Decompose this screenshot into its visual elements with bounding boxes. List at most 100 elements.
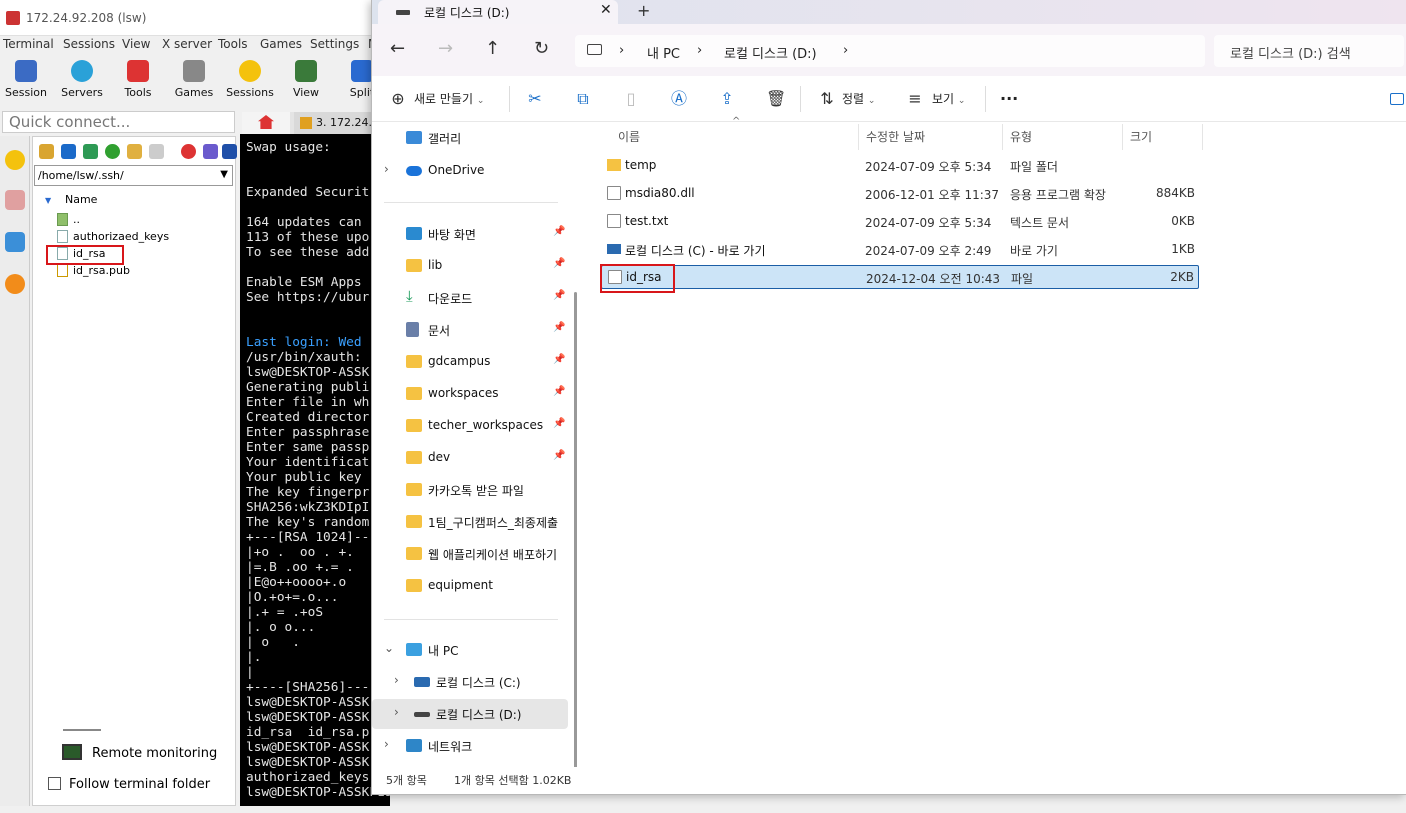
more-options-button[interactable]: ... bbox=[1000, 85, 1018, 104]
quick-connect-input[interactable]: Quick connect... bbox=[2, 111, 235, 133]
column-type[interactable]: 유형 bbox=[1010, 128, 1032, 145]
nav-this-pc[interactable]: ⌄ 내 PC bbox=[372, 635, 568, 665]
pin-icon[interactable]: 📌 bbox=[553, 386, 565, 397]
nav-techer-workspaces[interactable]: techer_workspaces 📌 bbox=[372, 411, 568, 441]
upload-icon[interactable] bbox=[83, 144, 98, 159]
games-button[interactable]: Games bbox=[166, 55, 222, 105]
moba-app-icon bbox=[6, 11, 20, 25]
breadcrumb-this-pc[interactable]: 내 PC bbox=[647, 43, 680, 62]
nav-documents[interactable]: 문서 📌 bbox=[372, 315, 568, 345]
refresh-icon[interactable]: ↻ bbox=[534, 38, 549, 59]
explorer-tab-bar: 로컬 디스크 (D:) ✕ + bbox=[372, 0, 1406, 24]
nav-dev[interactable]: dev 📌 bbox=[372, 443, 568, 473]
column-date[interactable]: 수정한 날짜 bbox=[866, 128, 925, 145]
home-tab[interactable] bbox=[242, 112, 290, 134]
menu-games[interactable]: Games bbox=[260, 37, 302, 51]
sort-button[interactable]: 정렬 ⌄ bbox=[842, 90, 875, 107]
pin-icon[interactable]: 📌 bbox=[553, 354, 565, 365]
sftp-path-value: /home/lsw/.ssh/ bbox=[38, 169, 124, 182]
forward-arrow-icon[interactable]: → bbox=[438, 38, 453, 59]
nav-drive-d[interactable]: › 로컬 디스크 (D:) bbox=[372, 699, 568, 729]
nav-desktop[interactable]: 바탕 화면 📌 bbox=[372, 219, 568, 249]
up-arrow-icon[interactable]: ↑ bbox=[485, 38, 500, 59]
close-icon[interactable]: ✕ bbox=[600, 2, 612, 18]
file-row[interactable]: temp 2024-07-09 오후 5:34 파일 폴더 bbox=[601, 153, 1199, 179]
pin-icon[interactable]: 📌 bbox=[553, 226, 565, 237]
nav-network[interactable]: › 네트워크 bbox=[372, 731, 568, 761]
nav-workspaces[interactable]: workspaces 📌 bbox=[372, 379, 568, 409]
nav-gallery[interactable]: 갤러리 bbox=[372, 123, 568, 153]
explorer-tab[interactable]: 로컬 디스크 (D:) ✕ bbox=[378, 0, 618, 24]
session-tab[interactable]: 3. 172.24.9 bbox=[294, 112, 382, 134]
chevron-down-icon: ⌄ bbox=[476, 96, 485, 106]
remote-monitoring-button[interactable]: Remote monitoring bbox=[62, 744, 217, 761]
sftp-side-icon[interactable] bbox=[5, 232, 25, 252]
nav-scrollbar[interactable] bbox=[574, 292, 577, 794]
pin-icon[interactable]: 📌 bbox=[553, 418, 565, 429]
tools-side-icon[interactable] bbox=[5, 190, 25, 210]
details-pane-icon[interactable] bbox=[1390, 93, 1404, 105]
share-icon[interactable]: ⇪ bbox=[718, 90, 736, 108]
parent-folder-icon[interactable] bbox=[39, 144, 54, 159]
nav-equipment[interactable]: equipment bbox=[372, 571, 568, 601]
back-arrow-icon[interactable]: ← bbox=[390, 38, 405, 59]
star-icon[interactable] bbox=[5, 150, 25, 170]
nav-gdcampus[interactable]: gdcampus 📌 bbox=[372, 347, 568, 377]
servers-button[interactable]: Servers bbox=[54, 55, 110, 105]
nav-team1-final[interactable]: 1팀_구디캠퍼스_최종제출 bbox=[372, 507, 568, 537]
nav-kakaotalk-files[interactable]: 카카오톡 받은 파일 bbox=[372, 475, 568, 505]
nav-lib[interactable]: lib 📌 bbox=[372, 251, 568, 281]
menu-x-server[interactable]: X server bbox=[162, 37, 212, 51]
delete-icon[interactable]: 🗑 bbox=[766, 90, 786, 108]
file-row[interactable]: test.txt 2024-07-09 오후 5:34 텍스트 문서 0KB bbox=[601, 209, 1199, 235]
menu-settings[interactable]: Settings bbox=[310, 37, 359, 51]
terminal-output[interactable]: Swap usage: Expanded Securit 164 updates… bbox=[240, 134, 390, 806]
sessions-button[interactable]: Sessions bbox=[222, 55, 278, 105]
nav-drive-c[interactable]: › 로컬 디스크 (C:) bbox=[372, 667, 568, 697]
file-row-selected[interactable]: id_rsa 2024-12-04 오전 10:43 파일 2KB bbox=[601, 265, 1199, 289]
column-name[interactable]: 이름 bbox=[618, 128, 640, 145]
menu-tools[interactable]: Tools bbox=[218, 37, 248, 51]
file-row[interactable]: 로컬 디스크 (C) - 바로 가기 2024-07-09 오후 2:49 바로… bbox=[601, 237, 1199, 263]
copy-icon[interactable]: ⧉ bbox=[574, 90, 592, 108]
search-input[interactable]: 로컬 디스크 (D:) 검색 bbox=[1214, 35, 1404, 67]
network-icon bbox=[406, 739, 422, 752]
view-button[interactable]: 보기 ⌄ bbox=[932, 90, 965, 107]
plus-icon[interactable]: + bbox=[637, 1, 650, 20]
menu-sessions[interactable]: Sessions bbox=[63, 37, 115, 51]
session-button[interactable]: Session bbox=[0, 55, 54, 105]
nav-onedrive[interactable]: › OneDrive bbox=[372, 156, 568, 186]
address-field[interactable]: › 내 PC › 로컬 디스크 (D:) › bbox=[575, 35, 1205, 67]
permissions-icon[interactable] bbox=[222, 144, 237, 159]
menu-view[interactable]: View bbox=[122, 37, 150, 51]
delete-icon[interactable] bbox=[181, 144, 196, 159]
pin-icon[interactable]: 📌 bbox=[553, 322, 565, 333]
terminal-line: Enter same passp bbox=[246, 440, 370, 455]
macros-side-icon[interactable] bbox=[5, 274, 25, 294]
menu-terminal[interactable]: Terminal bbox=[3, 37, 54, 51]
rename-icon[interactable]: Ⓐ bbox=[670, 90, 688, 108]
nav-web-deploy[interactable]: 웹 애플리케이션 배포하기 bbox=[372, 539, 568, 569]
breadcrumb-drive-d[interactable]: 로컬 디스크 (D:) bbox=[724, 43, 817, 62]
new-button[interactable]: 새로 만들기 ⌄ bbox=[414, 90, 484, 107]
pin-icon[interactable]: 📌 bbox=[553, 290, 565, 301]
sftp-path-select[interactable]: /home/lsw/.ssh/ ▼ bbox=[34, 165, 233, 186]
folder-icon bbox=[406, 259, 422, 272]
download-icon[interactable] bbox=[61, 144, 76, 159]
pin-icon[interactable]: 📌 bbox=[553, 258, 565, 269]
cut-icon[interactable]: ✂ bbox=[526, 90, 544, 108]
rename-icon[interactable] bbox=[203, 144, 218, 159]
new-file-icon[interactable] bbox=[149, 144, 164, 159]
divider bbox=[985, 86, 986, 112]
file-row[interactable]: msdia80.dll 2006-12-01 오후 11:37 응용 프로그램 … bbox=[601, 181, 1199, 207]
paste-icon[interactable]: ▯ bbox=[622, 90, 640, 108]
pin-icon[interactable]: 📌 bbox=[553, 450, 565, 461]
column-size[interactable]: 크기 bbox=[1130, 128, 1152, 145]
name-column-header[interactable]: Name bbox=[65, 193, 97, 206]
new-folder-icon[interactable] bbox=[127, 144, 142, 159]
follow-terminal-folder-checkbox[interactable]: Follow terminal folder bbox=[48, 777, 210, 792]
view-button[interactable]: View bbox=[278, 55, 334, 105]
refresh-icon[interactable] bbox=[105, 144, 120, 159]
tools-button[interactable]: Tools bbox=[110, 55, 166, 105]
nav-downloads[interactable]: ⤓ 다운로드 📌 bbox=[372, 283, 568, 313]
